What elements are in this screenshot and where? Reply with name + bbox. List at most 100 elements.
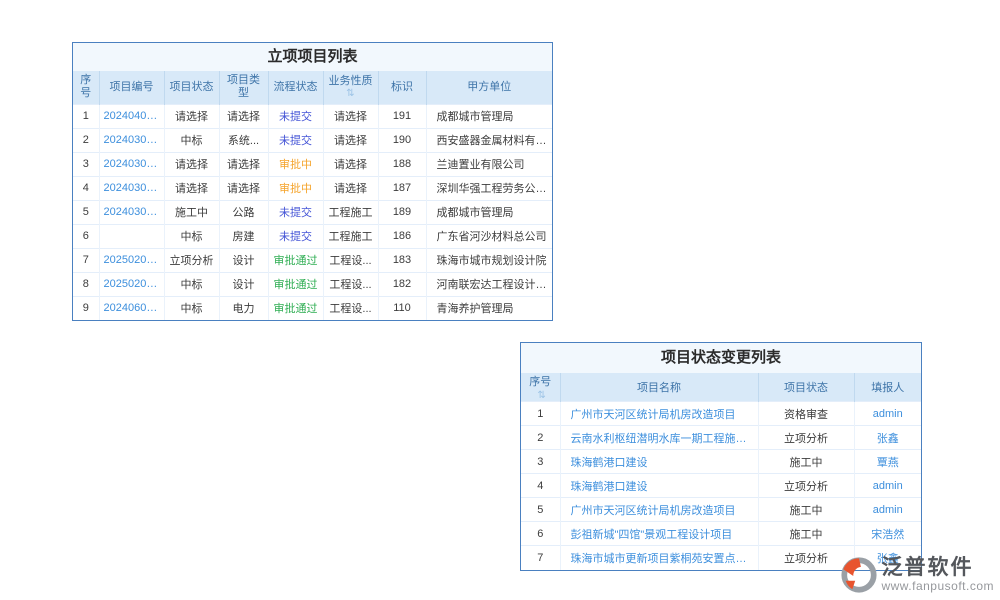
business-nature-cell: 请选择	[323, 152, 378, 176]
row-index-cell: 5	[73, 200, 99, 224]
table-row: 2云南水利枢纽潜明水库一期工程施工I标立项分析张鑫	[521, 426, 921, 450]
column-header-label: 项目编号	[110, 81, 154, 93]
column-header[interactable]: 序号 ⇅	[521, 373, 560, 402]
project-name-link[interactable]: 彭祖新城"四馆"景观工程设计项目	[560, 522, 758, 546]
project-name-link[interactable]: 珠海鹤港口建设	[560, 474, 758, 498]
party-unit-cell: 兰迪置业有限公司	[426, 152, 552, 176]
column-header: 填报人	[854, 373, 921, 402]
project-status-cell: 中标	[164, 296, 219, 320]
reporter-link[interactable]: 覃燕	[854, 450, 921, 474]
party-unit-cell: 青海养护管理局	[426, 296, 552, 320]
row-index-cell: 5	[521, 498, 560, 522]
project-code-link[interactable]: 2024030009	[99, 152, 164, 176]
party-unit-cell: 珠海市城市规划设计院	[426, 248, 552, 272]
project-code-link[interactable]: 2025020004	[99, 248, 164, 272]
project-name-link[interactable]: 广州市天河区统计局机房改造项目	[560, 498, 758, 522]
column-header: 标识	[378, 71, 426, 104]
table-row: 6彭祖新城"四馆"景观工程设计项目施工中宋浩然	[521, 522, 921, 546]
fanpu-logo-icon	[840, 556, 878, 594]
project-status-cell: 施工中	[164, 200, 219, 224]
row-index-cell: 6	[73, 224, 99, 248]
project-type-cell: 房建	[219, 224, 268, 248]
project-name-link[interactable]: 珠海鹤港口建设	[560, 450, 758, 474]
column-header: 甲方单位	[426, 71, 552, 104]
column-header-label: 项目名称	[637, 382, 681, 394]
row-index-cell: 4	[521, 474, 560, 498]
reporter-link[interactable]: admin	[854, 498, 921, 522]
project-name-link[interactable]: 广州市天河区统计局机房改造项目	[560, 402, 758, 426]
project-code-link[interactable]: 2024060001	[99, 296, 164, 320]
column-header: 流程状态	[268, 71, 323, 104]
flow-status-cell: 未提交	[268, 128, 323, 152]
row-index-cell: 7	[73, 248, 99, 272]
party-unit-cell: 广东省河沙材料总公司	[426, 224, 552, 248]
tag-cell: 187	[378, 176, 426, 200]
project-status-cell: 请选择	[164, 104, 219, 128]
approval-table: 序号项目编号项目状态项目类型流程状态业务性质⇅标识甲方单位 1202404000…	[73, 71, 552, 320]
column-header: 项目名称	[560, 373, 758, 402]
project-status-cell: 中标	[164, 272, 219, 296]
column-header: 项目状态	[758, 373, 854, 402]
tag-cell: 110	[378, 296, 426, 320]
column-header-label: 序号	[529, 376, 551, 388]
row-index-cell: 1	[73, 104, 99, 128]
project-status-cell: 请选择	[164, 176, 219, 200]
project-type-cell: 设计	[219, 248, 268, 272]
tag-cell: 191	[378, 104, 426, 128]
project-status-cell: 立项分析	[758, 474, 854, 498]
project-type-cell: 请选择	[219, 152, 268, 176]
project-name-link[interactable]: 珠海市城市更新项目紫桐苑安置点设计项目	[560, 546, 758, 570]
reporter-link[interactable]: 张鑫	[854, 426, 921, 450]
flow-status-cell: 未提交	[268, 104, 323, 128]
table-row: 22024030011中标系统...未提交请选择190西安盛器金属材料有限公司	[73, 128, 552, 152]
table-row: 32024030009请选择请选择审批中请选择188兰迪置业有限公司	[73, 152, 552, 176]
project-code-link[interactable]: 2024040005	[99, 104, 164, 128]
table-row: 72025020004立项分析设计审批通过工程设...183珠海市城市规划设计院	[73, 248, 552, 272]
row-index-cell: 3	[73, 152, 99, 176]
project-code-link[interactable]: 2024030010	[99, 200, 164, 224]
flow-status-cell: 审批通过	[268, 248, 323, 272]
sort-icon[interactable]: ⇅	[538, 390, 546, 401]
business-nature-cell: 请选择	[323, 104, 378, 128]
row-index-cell: 6	[521, 522, 560, 546]
flow-status-cell: 审批中	[268, 152, 323, 176]
column-header-label: 序号	[80, 74, 91, 99]
watermark-brand: 泛普软件	[881, 557, 973, 579]
sort-icon[interactable]: ⇅	[328, 89, 374, 99]
column-header[interactable]: 业务性质⇅	[323, 71, 378, 104]
reporter-link[interactable]: admin	[854, 402, 921, 426]
watermark: 泛普软件 www.fanpusoft.com	[840, 556, 994, 594]
project-type-cell: 系统...	[219, 128, 268, 152]
party-unit-cell: 深圳华强工程劳务公司班组	[426, 176, 552, 200]
reporter-link[interactable]: admin	[854, 474, 921, 498]
project-status-cell: 施工中	[758, 450, 854, 474]
party-unit-cell: 西安盛器金属材料有限公司	[426, 128, 552, 152]
column-header-label: 流程状态	[274, 81, 318, 93]
table-row: 5广州市天河区统计局机房改造项目施工中admin	[521, 498, 921, 522]
row-index-cell: 8	[73, 272, 99, 296]
row-index-cell: 2	[73, 128, 99, 152]
project-code-link[interactable]: 2024030008	[99, 176, 164, 200]
reporter-link[interactable]: 宋浩然	[854, 522, 921, 546]
approval-list-title: 立项项目列表	[73, 43, 552, 71]
column-header: 项目类型	[219, 71, 268, 104]
header-row: 序号 ⇅ 项目名称 项目状态填报人	[521, 373, 921, 402]
project-code-link[interactable]: 2025020003	[99, 272, 164, 296]
approval-table-header: 序号项目编号项目状态项目类型流程状态业务性质⇅标识甲方单位	[73, 71, 552, 104]
flow-status-cell: 审批通过	[268, 272, 323, 296]
project-status-cell: 资格审查	[758, 402, 854, 426]
business-nature-cell: 请选择	[323, 176, 378, 200]
project-status-cell: 施工中	[758, 498, 854, 522]
project-code-link[interactable]: 2024030011	[99, 128, 164, 152]
column-header-label: 标识	[391, 81, 413, 93]
project-name-link[interactable]: 云南水利枢纽潜明水库一期工程施工I标	[560, 426, 758, 450]
project-type-cell: 设计	[219, 272, 268, 296]
flow-status-cell: 未提交	[268, 200, 323, 224]
party-unit-cell: 河南联宏达工程设计有限公司	[426, 272, 552, 296]
column-header-label: 项目类型	[227, 74, 260, 99]
project-type-cell: 公路	[219, 200, 268, 224]
status-change-table-body: 1广州市天河区统计局机房改造项目资格审查admin2云南水利枢纽潜明水库一期工程…	[521, 402, 921, 570]
status-change-table: 序号 ⇅ 项目名称 项目状态填报人 1广州市天河区统计局机房改造项目资格审查admin…	[521, 373, 921, 570]
column-header: 项目编号	[99, 71, 164, 104]
business-nature-cell: 工程施工	[323, 200, 378, 224]
